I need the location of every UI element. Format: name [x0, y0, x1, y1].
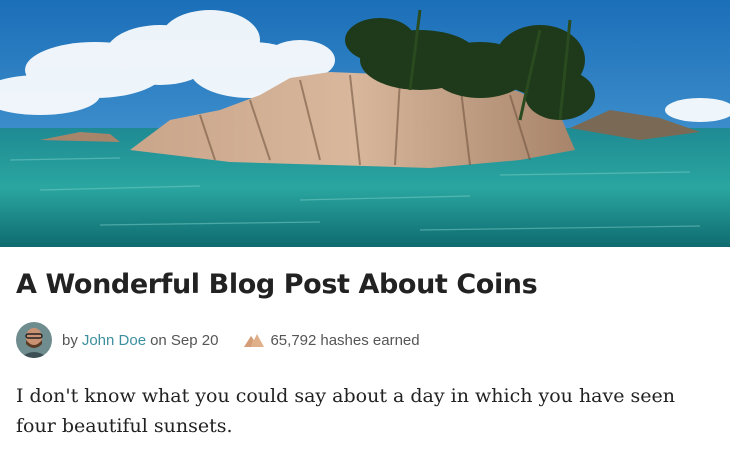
author-link[interactable]: John Doe	[82, 332, 146, 349]
post-meta: by John Doe on Sep 20 65,792 hashes earn…	[16, 322, 420, 358]
byline-prefix: by	[62, 331, 78, 349]
hashes-label: hashes earned	[320, 331, 420, 349]
avatar[interactable]	[16, 322, 52, 358]
hero-image	[0, 0, 730, 247]
post-date: on Sep 20	[150, 331, 219, 349]
hashes-earned: 65,792 hashes earned	[244, 331, 420, 349]
post-body: I don't know what you could say about a …	[16, 385, 675, 437]
post-title: A Wonderful Blog Post About Coins	[16, 269, 538, 300]
hashes-count: 65,792	[270, 331, 317, 349]
island-photo	[0, 0, 730, 247]
mountain-icon	[244, 334, 265, 347]
